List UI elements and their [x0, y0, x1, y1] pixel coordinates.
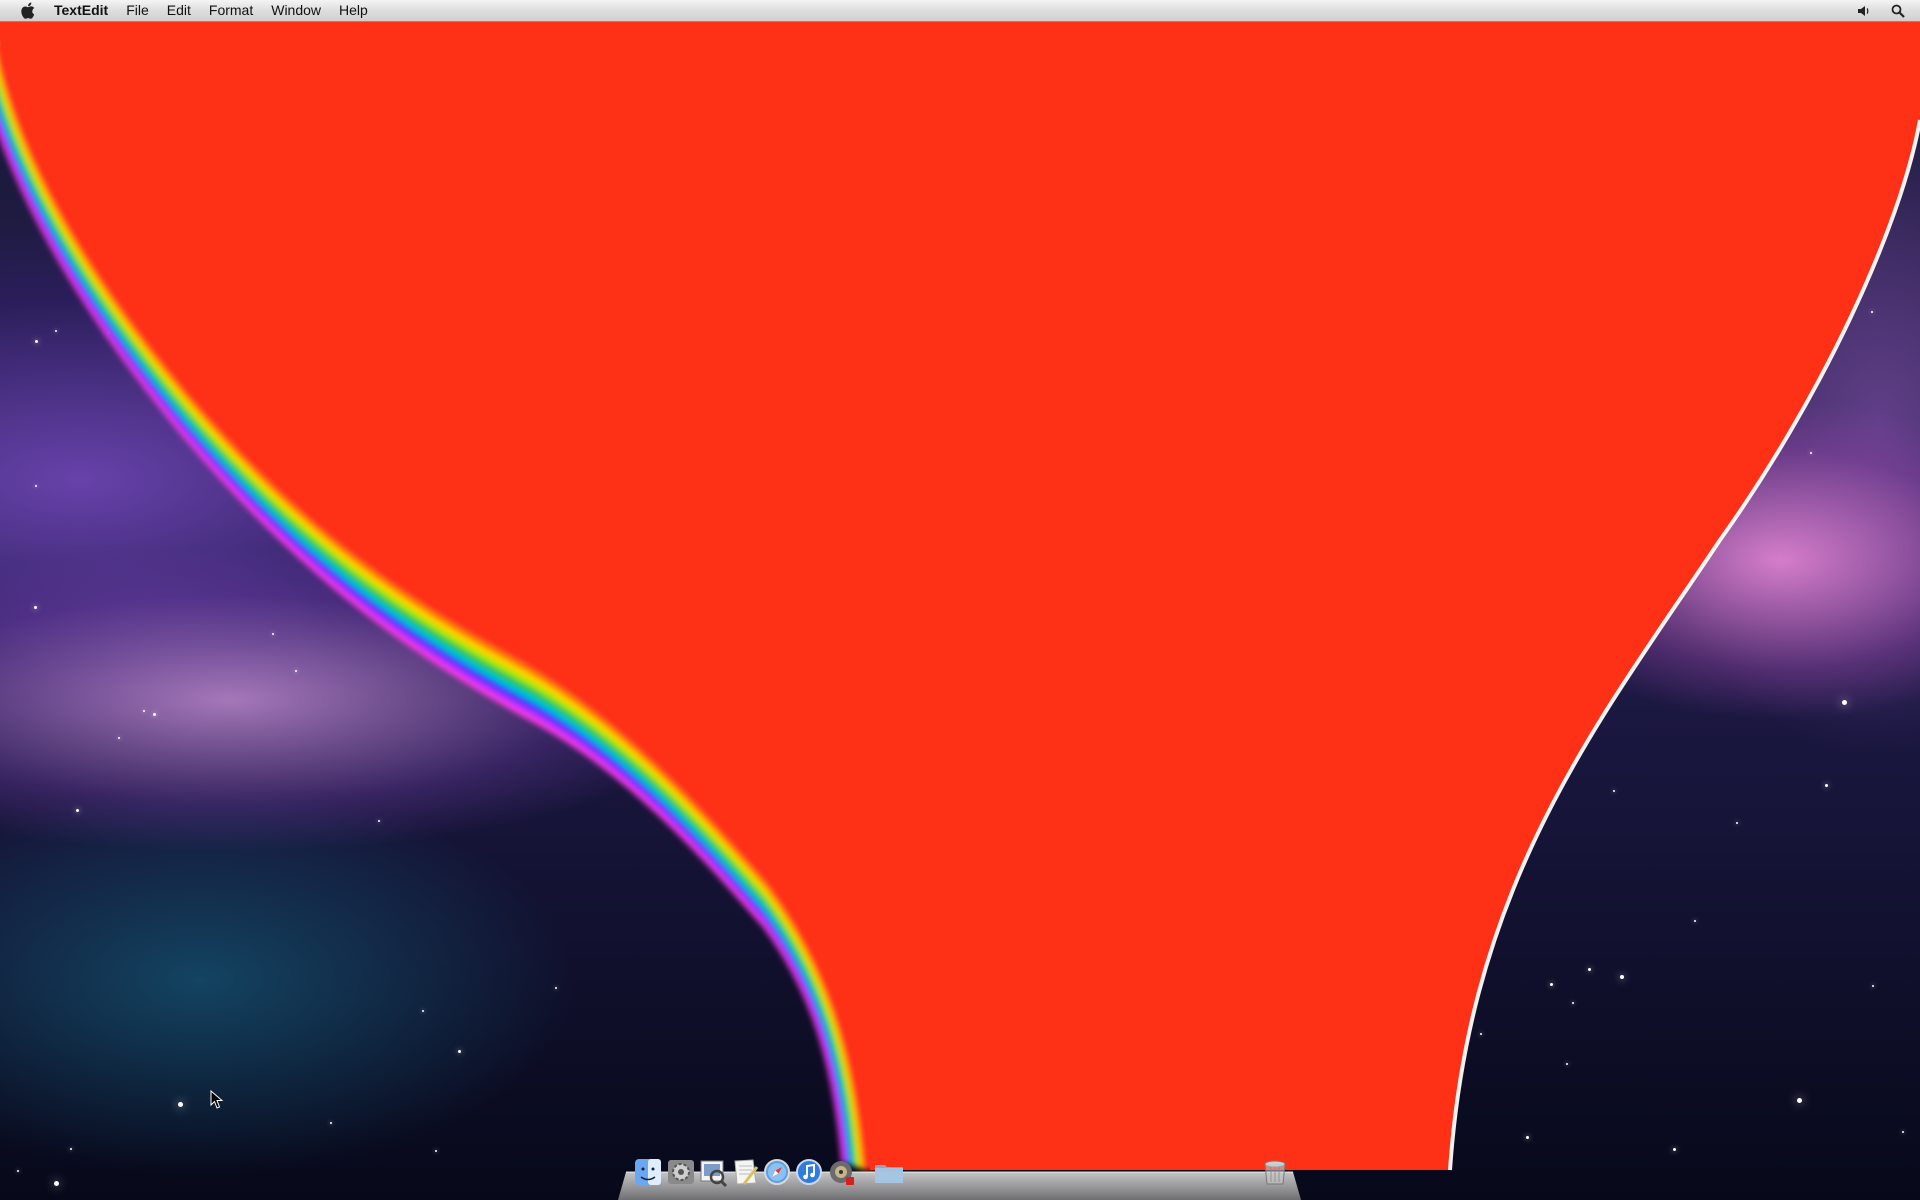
mouse-pointer-icon	[210, 1090, 224, 1109]
volume-icon[interactable]	[1852, 0, 1876, 21]
menu-window[interactable]: Window	[262, 0, 330, 21]
preview-icon[interactable]	[698, 1157, 728, 1188]
menu-help[interactable]: Help	[330, 0, 377, 21]
dvd-player-icon[interactable]	[826, 1157, 856, 1187]
trash-icon[interactable]	[1262, 1157, 1292, 1187]
textedit-icon[interactable]	[730, 1157, 760, 1187]
system-preferences-icon[interactable]	[666, 1157, 696, 1187]
apple-menu[interactable]	[17, 0, 37, 21]
itunes-icon[interactable]	[794, 1157, 824, 1187]
menu-bar: TextEdit File Edit Format Window Help	[0, 0, 1920, 22]
apple-logo-icon	[20, 2, 34, 19]
textedit-window-minimize-effect	[0, 4, 1920, 1171]
menu-file[interactable]: File	[117, 0, 158, 21]
menu-edit[interactable]: Edit	[158, 0, 200, 21]
menu-extras	[1852, 0, 1920, 21]
spotlight-search-icon[interactable]	[1886, 0, 1910, 21]
finder-icon[interactable]	[633, 1157, 663, 1187]
documents-folder-icon[interactable]	[873, 1157, 903, 1187]
menu-format[interactable]: Format	[200, 0, 262, 21]
app-menu-textedit[interactable]: TextEdit	[54, 0, 117, 21]
safari-icon[interactable]	[762, 1157, 792, 1187]
red-document-content	[0, 22, 1920, 1170]
